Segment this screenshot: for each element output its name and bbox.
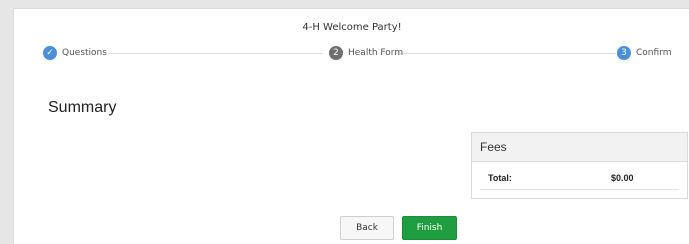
step-number-badge: 2: [329, 46, 343, 60]
step-label: Questions: [62, 48, 107, 58]
total-label: Total:: [488, 173, 512, 183]
step-number-badge: 3: [617, 46, 631, 60]
form-title: 4-H Welcome Party!: [302, 22, 402, 33]
step-connector: [394, 53, 616, 54]
step-label: Health Form: [348, 48, 404, 58]
fees-header: Fees: [472, 133, 687, 162]
progress-stepper: ✓ Questions 2 Health Form 3 Confirm: [14, 45, 689, 61]
step-questions[interactable]: ✓ Questions: [43, 45, 107, 61]
step-confirm[interactable]: 3 Confirm: [617, 45, 671, 61]
fees-panel: Fees Total: $0.00: [471, 132, 688, 199]
fees-total-row: Total: $0.00: [472, 162, 687, 192]
check-icon: ✓: [43, 46, 57, 60]
total-value: $0.00: [611, 173, 634, 183]
back-button[interactable]: Back: [340, 216, 394, 240]
finish-button[interactable]: Finish: [402, 216, 457, 240]
step-label: Confirm: [636, 48, 672, 58]
step-health-form[interactable]: 2 Health Form: [329, 45, 403, 61]
step-connector: [108, 53, 323, 54]
row-divider: [480, 189, 679, 190]
summary-heading: Summary: [48, 99, 117, 116]
form-panel: 4-H Welcome Party! ✓ Questions 2 Health …: [13, 8, 689, 244]
